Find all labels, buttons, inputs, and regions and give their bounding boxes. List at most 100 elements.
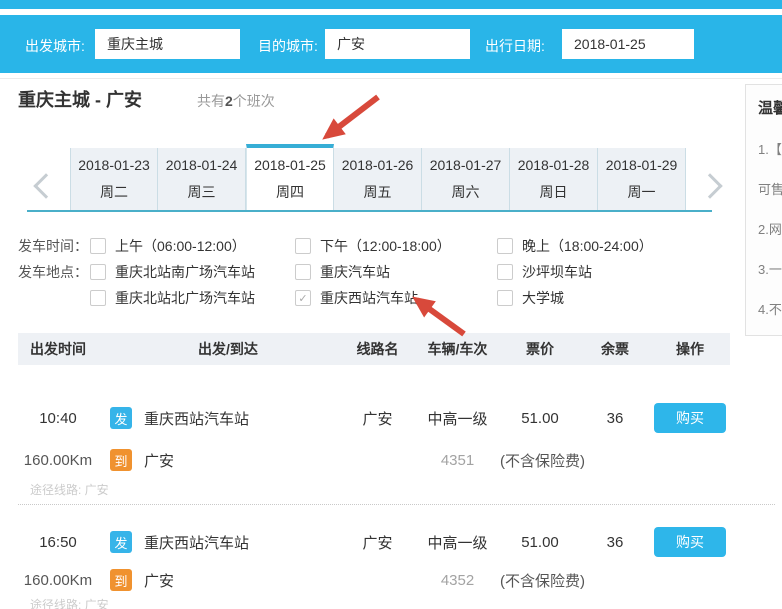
depart-time-filter-label: 发车时间： xyxy=(18,238,88,254)
page-title: 重庆主城 - 广安 xyxy=(18,90,142,110)
next-dates-icon[interactable] xyxy=(697,173,723,199)
notice-item: 可售 xyxy=(758,182,782,197)
travel-date-label: 出行日期: xyxy=(485,38,545,54)
trip-number: 4351 xyxy=(440,451,475,469)
count-prefix: 共有 xyxy=(197,93,225,109)
trip-row: 16:50 发重庆西站汽车站 广安 中高一级 51.00 36 购买 160.0… xyxy=(18,527,730,609)
filter-station-west-checked[interactable]: ✓ 重庆西站汽车站 xyxy=(295,288,418,308)
date-tab-1[interactable]: 2018-01-24 周三 xyxy=(158,148,246,210)
date-tab-2-selected[interactable]: 2018-01-25 周四 xyxy=(246,144,334,210)
checkbox-icon[interactable] xyxy=(90,238,106,254)
col-seats: 余票 xyxy=(601,341,629,357)
checkbox-icon[interactable] xyxy=(497,238,513,254)
notice-panel: 温馨 1.【班 可售 2.网 3.一 4.不 点击 xyxy=(745,84,782,336)
filter-option-label: 晚上（18:00-24:00） xyxy=(522,238,653,254)
notice-item: 3.一 xyxy=(758,262,782,277)
date-tab-4[interactable]: 2018-01-27 周六 xyxy=(422,148,510,210)
via-route-note: 途径线路: 广安 xyxy=(30,483,109,497)
date-tab-3[interactable]: 2018-01-26 周五 xyxy=(334,148,422,210)
arrive-badge: 到 xyxy=(110,449,132,471)
tab-date: 2018-01-24 xyxy=(165,156,238,173)
filter-option-label: 上午（06:00-12:00） xyxy=(115,238,246,254)
filter-morning[interactable]: 上午（06:00-12:00） xyxy=(90,236,246,256)
buy-button[interactable]: 购买 xyxy=(654,527,726,557)
filter-station-shapingba[interactable]: 沙坪坝车站 xyxy=(497,262,592,282)
filter-station-north-north-square[interactable]: 重庆北站北广场汽车站 xyxy=(90,288,255,308)
col-bus-trip: 车辆/车次 xyxy=(427,341,488,357)
filter-option-label: 重庆北站北广场汽车站 xyxy=(115,290,255,306)
date-tab-5[interactable]: 2018-01-28 周日 xyxy=(510,148,598,210)
results-header: 重庆主城 - 广安 共有2个班次 xyxy=(18,86,275,112)
notice-item: 2.网 xyxy=(758,222,782,237)
tab-date: 2018-01-29 xyxy=(605,156,678,173)
tab-date: 2018-01-28 xyxy=(517,156,590,173)
filter-option-label: 重庆汽车站 xyxy=(320,264,390,280)
ticket-price: 51.00 xyxy=(521,409,559,427)
bus-class: 中高一级 xyxy=(427,410,488,428)
arrive-station: 广安 xyxy=(144,452,175,470)
checkbox-icon[interactable] xyxy=(497,264,513,280)
filter-station-university-town[interactable]: 大学城 xyxy=(497,288,564,308)
notice-item: 4.不 xyxy=(758,302,782,317)
red-arrow-date-icon xyxy=(322,94,380,140)
checkbox-checked-icon[interactable]: ✓ xyxy=(295,290,311,306)
header-separator xyxy=(0,78,782,79)
tab-underline xyxy=(27,210,712,212)
filter-station-chongqing[interactable]: 重庆汽车站 xyxy=(295,262,390,282)
tab-date: 2018-01-26 xyxy=(341,156,414,173)
notice-item: 1.【班 xyxy=(758,142,782,157)
arrive-badge: 到 xyxy=(110,569,132,591)
trip-distance: 160.00Km xyxy=(23,451,93,469)
tab-date: 2018-01-23 xyxy=(78,156,150,173)
route-name: 广安 xyxy=(362,534,393,552)
depart-station: 重庆西站汽车站 xyxy=(144,410,250,428)
filter-option-label: 重庆西站汽车站 xyxy=(320,290,418,306)
bus-ticket-search-page: 出发城市: 目的城市: 出行日期: 重庆主城 - 广安 共有2个班次 2018-… xyxy=(0,0,782,609)
buy-button[interactable]: 购买 xyxy=(654,403,726,433)
filter-row-place-2: 重庆北站北广场汽车站 ✓ 重庆西站汽车站 大学城 xyxy=(18,288,718,308)
depart-place-filter-label: 发车地点： xyxy=(18,264,88,280)
destination-city-label: 目的城市: xyxy=(258,38,318,54)
checkbox-icon[interactable] xyxy=(497,290,513,306)
seats-left: 36 xyxy=(606,533,624,551)
top-accent-strip xyxy=(0,0,782,9)
row-divider xyxy=(18,504,775,505)
tab-weekday: 周日 xyxy=(539,183,568,200)
filter-row-place-1: 发车地点： 重庆北站南广场汽车站 重庆汽车站 沙坪坝车站 xyxy=(18,262,718,282)
search-bar: 出发城市: 目的城市: 出行日期: xyxy=(0,15,782,73)
trips-table: 出发时间 出发/到达 线路名 车辆/车次 票价 余票 操作 10:40 发重庆西… xyxy=(18,333,775,609)
trip-row: 10:40 发重庆西站汽车站 广安 中高一级 51.00 36 购买 160.0… xyxy=(18,403,775,505)
travel-date-input[interactable] xyxy=(562,29,694,59)
schedule-count: 共有2个班次 xyxy=(197,91,275,111)
checkbox-icon[interactable] xyxy=(90,290,106,306)
filter-option-label: 重庆北站南广场汽车站 xyxy=(115,264,255,280)
via-route-note: 途径线路: 广安 xyxy=(30,598,109,609)
route-name: 广安 xyxy=(362,410,393,428)
filter-station-north-south-square[interactable]: 重庆北站南广场汽车站 xyxy=(90,262,255,282)
destination-city-input[interactable] xyxy=(325,29,470,59)
col-depart-arrive: 出发/到达 xyxy=(198,341,258,357)
filter-evening[interactable]: 晚上（18:00-24:00） xyxy=(497,236,653,256)
tab-weekday: 周三 xyxy=(187,183,216,200)
depart-badge: 发 xyxy=(110,407,132,429)
price-note: (不含保险费) xyxy=(500,572,585,590)
tab-weekday: 周一 xyxy=(627,183,656,200)
arrive-station: 广安 xyxy=(144,572,175,590)
date-tab-strip: 2018-01-23 周二 2018-01-24 周三 2018-01-25 周四 2… xyxy=(70,144,686,210)
notice-title: 温馨 xyxy=(758,100,782,117)
filter-afternoon[interactable]: 下午（12:00-18:00） xyxy=(295,236,451,256)
count-number: 2 xyxy=(225,93,233,109)
checkbox-icon[interactable] xyxy=(295,264,311,280)
departure-city-input[interactable] xyxy=(95,29,240,59)
depart-time: 16:50 xyxy=(39,533,77,551)
date-tab-0[interactable]: 2018-01-23 周二 xyxy=(70,148,158,210)
depart-time: 10:40 xyxy=(39,409,77,427)
date-tab-6[interactable]: 2018-01-29 周一 xyxy=(598,148,686,210)
col-depart-time: 出发时间 xyxy=(30,341,86,357)
trip-number: 4352 xyxy=(440,571,475,589)
departure-city-label: 出发城市: xyxy=(25,38,85,54)
tab-weekday: 周二 xyxy=(100,183,128,200)
checkbox-icon[interactable] xyxy=(90,264,106,280)
prev-dates-icon[interactable] xyxy=(33,173,59,199)
checkbox-icon[interactable] xyxy=(295,238,311,254)
